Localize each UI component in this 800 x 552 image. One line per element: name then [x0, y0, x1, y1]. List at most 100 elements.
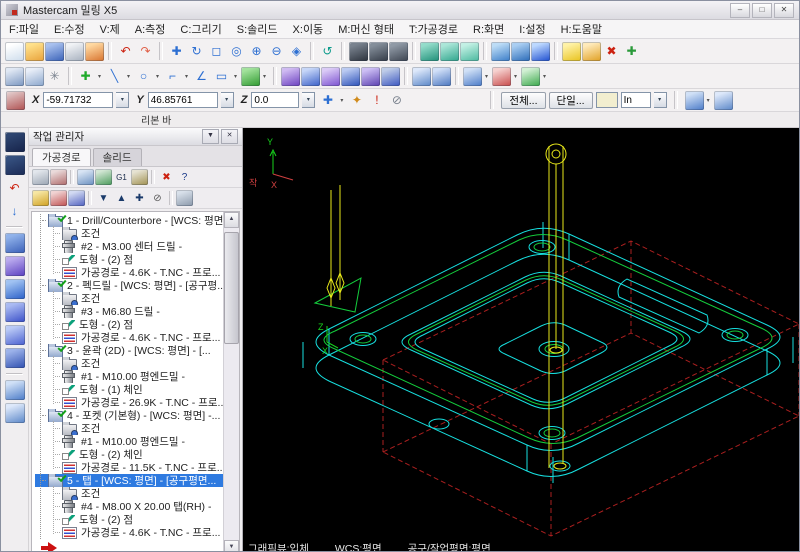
tree-item-toolpath[interactable]: 가공경로 - 4.6K - T.NC - 프로...	[35, 331, 223, 344]
import-file-icon[interactable]: ↓	[5, 201, 25, 221]
cplane-select-icon[interactable]	[4, 256, 25, 276]
select-all-button[interactable]: 전체...	[501, 91, 546, 109]
create-rectangle-icon-dropdown[interactable]: ▾	[231, 67, 240, 86]
attribute-color-swatch[interactable]	[595, 92, 618, 108]
new-file-icon[interactable]	[5, 41, 24, 61]
minimize-button[interactable]: –	[730, 2, 750, 18]
insert-arrow-row[interactable]	[41, 541, 223, 551]
zoom-window-icon[interactable]: ◻	[207, 42, 226, 61]
solid-extrude-icon[interactable]	[241, 66, 260, 86]
select-single-button[interactable]: 단일...	[548, 91, 593, 109]
toolpath-operations-icon[interactable]	[381, 66, 400, 86]
viewport-multi-icon[interactable]	[432, 66, 451, 86]
gview-grid-icon[interactable]	[684, 90, 704, 110]
post-g1-icon[interactable]: G1	[113, 169, 130, 185]
toolpath-contour-icon[interactable]	[281, 66, 300, 86]
create-point-plus-icon[interactable]: ✚	[76, 67, 95, 86]
move-insert-down-icon[interactable]: ▼	[95, 190, 112, 206]
menu-i[interactable]: I:설정	[519, 21, 545, 37]
toolpath-drill-icon[interactable]	[301, 66, 320, 86]
attributes-warning-icon[interactable]: !	[367, 91, 386, 110]
toggle-posting-icon[interactable]: ⊘	[149, 190, 166, 206]
autocursor-badge-icon[interactable]	[6, 90, 25, 110]
maximize-button[interactable]: □	[752, 2, 772, 18]
regen-all-operations-icon[interactable]	[50, 169, 67, 185]
clear-colors-icon[interactable]: ⊘	[387, 91, 406, 110]
tab-toolpaths[interactable]: 가공경로	[32, 148, 91, 166]
translucent-view-icon[interactable]	[460, 41, 479, 61]
backplot-icon[interactable]	[77, 169, 94, 185]
fastpoint-icon[interactable]: ✦	[347, 91, 366, 110]
solids-manager-icon[interactable]	[4, 132, 25, 152]
scroll-insert-icon[interactable]: ✚	[131, 190, 148, 206]
toggle-rapid-display-icon[interactable]	[68, 190, 85, 206]
scroll-thumb[interactable]	[224, 232, 239, 344]
ribbon-bar[interactable]: 리본 바	[1, 112, 799, 128]
tree-item-parameters[interactable]: 조건	[35, 487, 223, 500]
wcs-settings-icon[interactable]	[492, 66, 511, 86]
analyze-entity-icon[interactable]	[349, 41, 368, 61]
menu-e[interactable]: E:수정	[54, 21, 85, 37]
sphere-icon[interactable]	[531, 41, 550, 61]
wireframe-view-icon[interactable]	[440, 41, 459, 61]
undo-icon[interactable]: ↶	[116, 42, 135, 61]
trim-divide-icon[interactable]	[25, 66, 44, 86]
grid-settings-icon-dropdown[interactable]: ▾	[482, 67, 491, 86]
planes-settings-icon-dropdown[interactable]: ▾	[540, 67, 549, 86]
zoom-target-icon[interactable]: ◎	[227, 42, 246, 61]
autocursor-icon[interactable]: ✚	[318, 91, 337, 110]
units-dropdown[interactable]: ▾	[653, 92, 667, 108]
tree-item-toolpath[interactable]: 가공경로 - 26.9K - T.NC - 프로...	[35, 396, 223, 409]
gview-iso-icon[interactable]	[511, 41, 530, 61]
tree-operation[interactable]: 1 - Drill/Counterbore - [WCS: 평면	[35, 214, 223, 227]
converters-icon[interactable]	[85, 41, 104, 61]
tree-item-tool[interactable]: #3 - M6.80 드릴 -	[35, 305, 223, 318]
z-coordinate-input[interactable]	[251, 92, 300, 108]
create-point-plus-icon-dropdown[interactable]: ▾	[95, 67, 104, 86]
zoom-out-icon[interactable]: ⊖	[267, 42, 286, 61]
lock-icon[interactable]	[32, 190, 49, 206]
tree-item-geometry[interactable]: 도형 - (1) 체인	[35, 383, 223, 396]
analyze-dynamic-icon[interactable]	[389, 41, 408, 61]
menu-f[interactable]: F:파일	[9, 21, 39, 37]
create-line-endpoint-icon-dropdown[interactable]: ▾	[124, 67, 133, 86]
tree-item-tool[interactable]: #1 - M10.00 평엔드밀 -	[35, 435, 223, 448]
menu-x[interactable]: X:이동	[293, 21, 324, 37]
tree-item-geometry[interactable]: 도형 - (2) 체인	[35, 448, 223, 461]
repaint-icon[interactable]: ↺	[318, 42, 337, 61]
create-chamfer-icon[interactable]: ∠	[192, 67, 211, 86]
tree-item-parameters[interactable]: 조건	[35, 422, 223, 435]
x-dropdown[interactable]: ▾	[116, 92, 130, 108]
help-icon[interactable]: ?	[176, 169, 193, 185]
autocursor-icon-dropdown[interactable]: ▾	[337, 91, 346, 110]
redo-icon[interactable]: ↷	[136, 42, 155, 61]
print-icon[interactable]	[65, 41, 84, 61]
menu-v[interactable]: V:제	[100, 21, 120, 37]
x-coordinate-input[interactable]	[43, 92, 114, 108]
z-dropdown[interactable]: ▾	[302, 92, 316, 108]
tree-scrollbar[interactable]: ▲ ▼	[223, 212, 239, 551]
viewport-single-icon[interactable]	[412, 66, 431, 86]
menu-m[interactable]: M:머신 형태	[338, 21, 394, 37]
gview-top-icon[interactable]	[491, 41, 510, 61]
solids-create-icon[interactable]	[4, 155, 25, 175]
pan-icon[interactable]: ✚	[167, 42, 186, 61]
solid-extrude-icon-dropdown[interactable]: ▾	[260, 67, 269, 86]
tree-operation[interactable]: 5 - 탭 - [WCS: 평면] - [공구평면...	[35, 474, 223, 487]
toggle-toolpath-display-icon[interactable]	[50, 190, 67, 206]
level-manager-icon[interactable]	[4, 233, 25, 253]
tree-item-geometry[interactable]: 도형 - (2) 점	[35, 318, 223, 331]
menu-s[interactable]: S:솔리드	[237, 21, 278, 37]
tree-item-geometry[interactable]: 도형 - (2) 점	[35, 253, 223, 266]
menu-a[interactable]: A:측정	[135, 21, 166, 37]
tree-item-toolpath[interactable]: 가공경로 - 11.5K - T.NC - 프로...	[35, 461, 223, 474]
select-all-operations-icon[interactable]	[32, 169, 49, 185]
screen-stats-icon[interactable]	[4, 403, 25, 423]
create-arc-icon[interactable]: ○	[134, 67, 153, 86]
create-line-icon[interactable]	[582, 41, 601, 61]
tree-item-toolpath[interactable]: 가공경로 - 4.6K - T.NC - 프로...	[35, 266, 223, 279]
highfeed-icon[interactable]	[131, 169, 148, 185]
dynamic-rotate-icon[interactable]: ↻	[187, 42, 206, 61]
undo-last-icon[interactable]: ↶	[5, 178, 25, 198]
tree-item-parameters[interactable]: 조건	[35, 292, 223, 305]
